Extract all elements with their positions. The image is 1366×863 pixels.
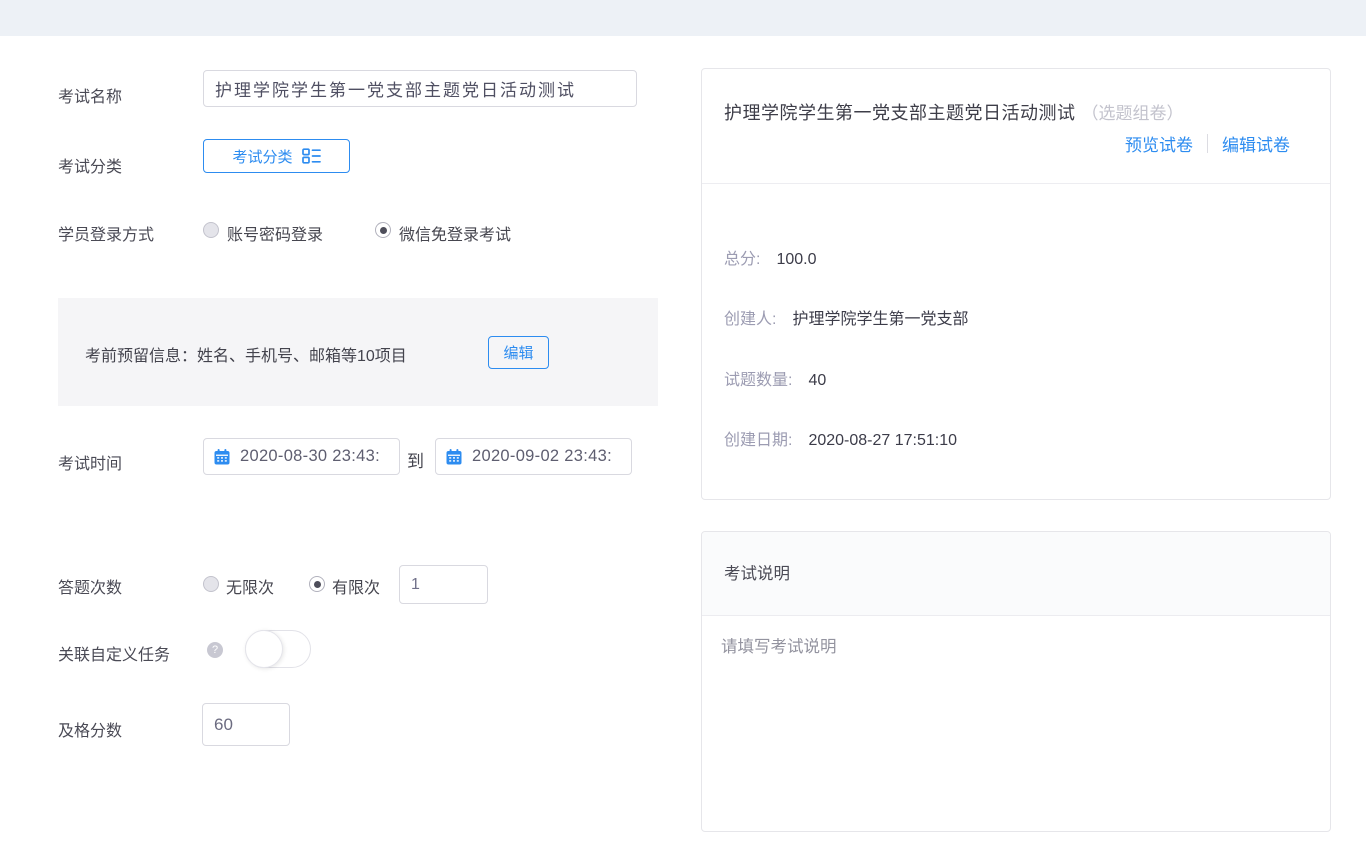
total-score-label: 总分: bbox=[724, 245, 760, 269]
end-time-value: 2020-09-02 23:43: bbox=[472, 447, 612, 466]
exam-category-button[interactable]: 考试分类 bbox=[203, 139, 350, 173]
exam-name-input[interactable] bbox=[203, 70, 637, 107]
create-date-row: 创建日期: 2020-08-27 17:51:10 bbox=[724, 426, 957, 450]
exam-instructions-card: 考试说明 请填写考试说明 bbox=[701, 531, 1331, 832]
top-bar bbox=[0, 0, 1366, 36]
question-count-value: 40 bbox=[808, 372, 826, 390]
radio-limited[interactable] bbox=[309, 576, 325, 592]
pre-exam-info-text: 考前预留信息：姓名、手机号、邮箱等10项目 bbox=[85, 342, 407, 366]
creator-value: 护理学院学生第一党支部 bbox=[792, 305, 968, 329]
paper-summary-card: 护理学院学生第一党支部主题党日活动测试 （选题组卷） 预览试卷 编辑试卷 总分: … bbox=[701, 68, 1331, 500]
start-time-value: 2020-08-30 23:43: bbox=[240, 447, 380, 466]
create-date-value: 2020-08-27 17:51:10 bbox=[808, 432, 957, 450]
creator-label: 创建人: bbox=[724, 305, 776, 329]
pass-score-input[interactable] bbox=[202, 703, 290, 746]
radio-wechat-login-label[interactable]: 微信免登录考试 bbox=[399, 221, 511, 245]
preview-paper-link[interactable]: 预览试卷 bbox=[1125, 131, 1193, 156]
exam-category-button-label: 考试分类 bbox=[232, 146, 292, 167]
radio-wechat-login[interactable] bbox=[375, 222, 391, 238]
instructions-editor[interactable]: 请填写考试说明 bbox=[702, 617, 1330, 832]
start-time-input[interactable]: 2020-08-30 23:43: bbox=[203, 438, 400, 475]
question-count-label: 试题数量: bbox=[724, 366, 792, 390]
paper-title: 护理学院学生第一党支部主题党日活动测试 bbox=[724, 103, 1076, 123]
question-count-row: 试题数量: 40 bbox=[724, 366, 826, 390]
pre-exam-info-panel: 考前预留信息：姓名、手机号、邮箱等10项目 编辑 bbox=[58, 298, 658, 406]
total-score-value: 100.0 bbox=[776, 251, 816, 269]
total-score-row: 总分: 100.0 bbox=[724, 245, 817, 269]
link-divider bbox=[1207, 134, 1208, 153]
pass-score-label: 及格分数 bbox=[58, 717, 122, 741]
category-list-icon bbox=[302, 148, 321, 164]
custom-task-toggle[interactable] bbox=[245, 630, 311, 668]
instructions-header: 考试说明 bbox=[702, 532, 1330, 616]
custom-task-label: 关联自定义任务 bbox=[58, 641, 170, 665]
radio-unlimited[interactable] bbox=[203, 576, 219, 592]
exam-category-label: 考试分类 bbox=[58, 153, 122, 177]
end-time-input[interactable]: 2020-09-02 23:43: bbox=[435, 438, 632, 475]
edit-paper-link[interactable]: 编辑试卷 bbox=[1222, 131, 1290, 156]
create-date-label: 创建日期: bbox=[724, 426, 792, 450]
calendar-icon bbox=[445, 448, 463, 466]
toggle-knob bbox=[245, 630, 283, 668]
edit-info-button[interactable]: 编辑 bbox=[488, 336, 549, 369]
login-method-label: 学员登录方式 bbox=[58, 221, 154, 245]
radio-account-login[interactable] bbox=[203, 222, 219, 238]
instructions-placeholder: 请填写考试说明 bbox=[721, 633, 837, 657]
attempts-label: 答题次数 bbox=[58, 574, 122, 598]
radio-account-login-label[interactable]: 账号密码登录 bbox=[227, 221, 323, 245]
exam-settings-page: 考试名称 考试分类 考试分类 学员登录方式 账号密码登录 微信免登录考试 考前预… bbox=[0, 0, 1366, 863]
time-range-separator: 到 bbox=[407, 447, 424, 472]
paper-card-header: 护理学院学生第一党支部主题党日活动测试 （选题组卷） 预览试卷 编辑试卷 bbox=[702, 69, 1330, 184]
calendar-icon bbox=[213, 448, 231, 466]
attempts-count-input[interactable] bbox=[399, 565, 488, 604]
radio-limited-label[interactable]: 有限次 bbox=[332, 574, 380, 598]
help-icon[interactable]: ? bbox=[207, 642, 223, 658]
creator-row: 创建人: 护理学院学生第一党支部 bbox=[724, 305, 968, 329]
exam-name-label: 考试名称 bbox=[58, 83, 122, 107]
radio-unlimited-label[interactable]: 无限次 bbox=[226, 574, 274, 598]
exam-time-label: 考试时间 bbox=[58, 450, 122, 474]
paper-type-badge: （选题组卷） bbox=[1082, 104, 1184, 123]
instructions-header-title: 考试说明 bbox=[724, 532, 790, 616]
